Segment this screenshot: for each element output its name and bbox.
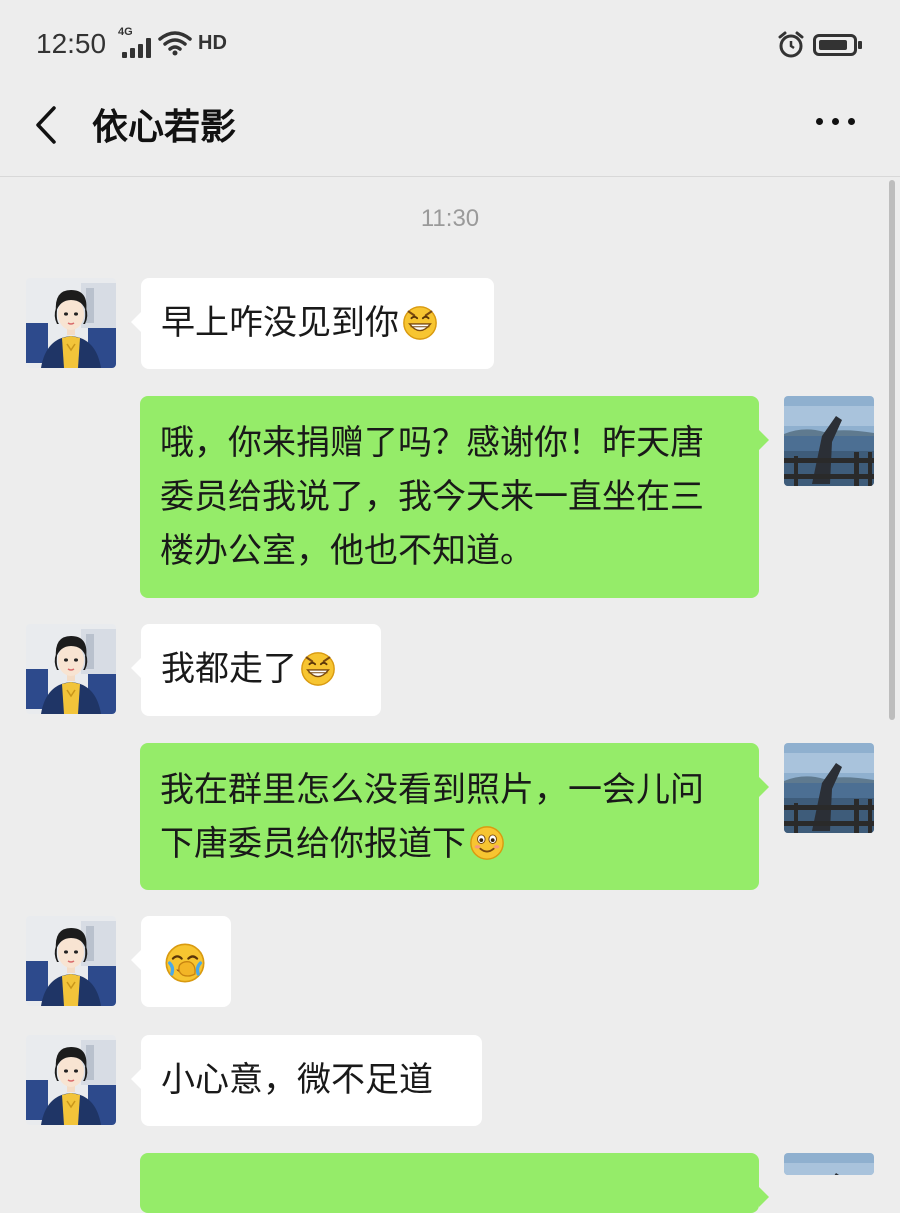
message-line: 哦，你来捐赠了吗？感谢你！昨天唐 bbox=[160, 423, 704, 463]
network-type-label: 4G bbox=[118, 26, 133, 38]
chat-title: 依心若影 bbox=[92, 107, 237, 148]
wifi-icon bbox=[158, 31, 192, 56]
message-bubble-incoming[interactable] bbox=[131, 916, 231, 1007]
battery-icon bbox=[813, 34, 862, 56]
scrollbar[interactable] bbox=[889, 180, 895, 720]
facepalm-emoji-icon bbox=[163, 941, 207, 985]
chevron-left-icon[interactable] bbox=[28, 100, 68, 150]
contact-avatar[interactable] bbox=[26, 278, 116, 368]
message-bubble-incoming[interactable]: 我都走了 bbox=[131, 624, 381, 716]
status-bar: 12:50 4G HD bbox=[0, 0, 900, 80]
message-bubble-outgoing[interactable] bbox=[140, 1153, 769, 1213]
smile-emoji-icon bbox=[468, 824, 506, 862]
contact-avatar[interactable] bbox=[26, 916, 116, 1006]
contact-avatar[interactable] bbox=[26, 1035, 116, 1125]
grin-emoji-icon bbox=[299, 649, 337, 687]
message-bubble-incoming[interactable]: 小心意，微不足道 bbox=[131, 1035, 482, 1126]
message-bubble-outgoing[interactable]: 我在群里怎么没看到照片，一会儿问 下唐委员给你报道下 bbox=[140, 743, 769, 890]
signal-icon bbox=[122, 38, 151, 58]
message-line: 下唐委员给你报道下 bbox=[160, 824, 466, 864]
self-avatar[interactable] bbox=[784, 1153, 874, 1175]
message-text: 早上咋没见到你 bbox=[161, 303, 399, 343]
message-text: 我都走了 bbox=[161, 649, 297, 689]
hd-badge: HD bbox=[198, 32, 227, 54]
self-avatar[interactable] bbox=[784, 743, 874, 833]
message-timestamp: 11:30 bbox=[420, 205, 480, 232]
message-bubble-incoming[interactable]: 早上咋没见到你 bbox=[131, 278, 494, 369]
alarm-icon bbox=[778, 31, 804, 58]
status-time: 12:50 bbox=[36, 28, 107, 59]
more-icon[interactable] bbox=[816, 118, 855, 125]
self-avatar[interactable] bbox=[784, 396, 874, 486]
contact-avatar[interactable] bbox=[26, 624, 116, 714]
message-bubble-outgoing[interactable]: 哦，你来捐赠了吗？感谢你！昨天唐 委员给我说了，我今天来一直坐在三 楼办公室，他… bbox=[140, 396, 769, 598]
message-text: 小心意，微不足道 bbox=[161, 1060, 433, 1100]
grin-emoji-icon bbox=[401, 303, 439, 341]
message-line: 我在群里怎么没看到照片，一会儿问 bbox=[160, 770, 704, 810]
message-line: 委员给我说了，我今天来一直坐在三 bbox=[160, 477, 704, 517]
chat-header: 依心若影 bbox=[0, 80, 900, 177]
message-line: 楼办公室，他也不知道。 bbox=[160, 531, 534, 571]
